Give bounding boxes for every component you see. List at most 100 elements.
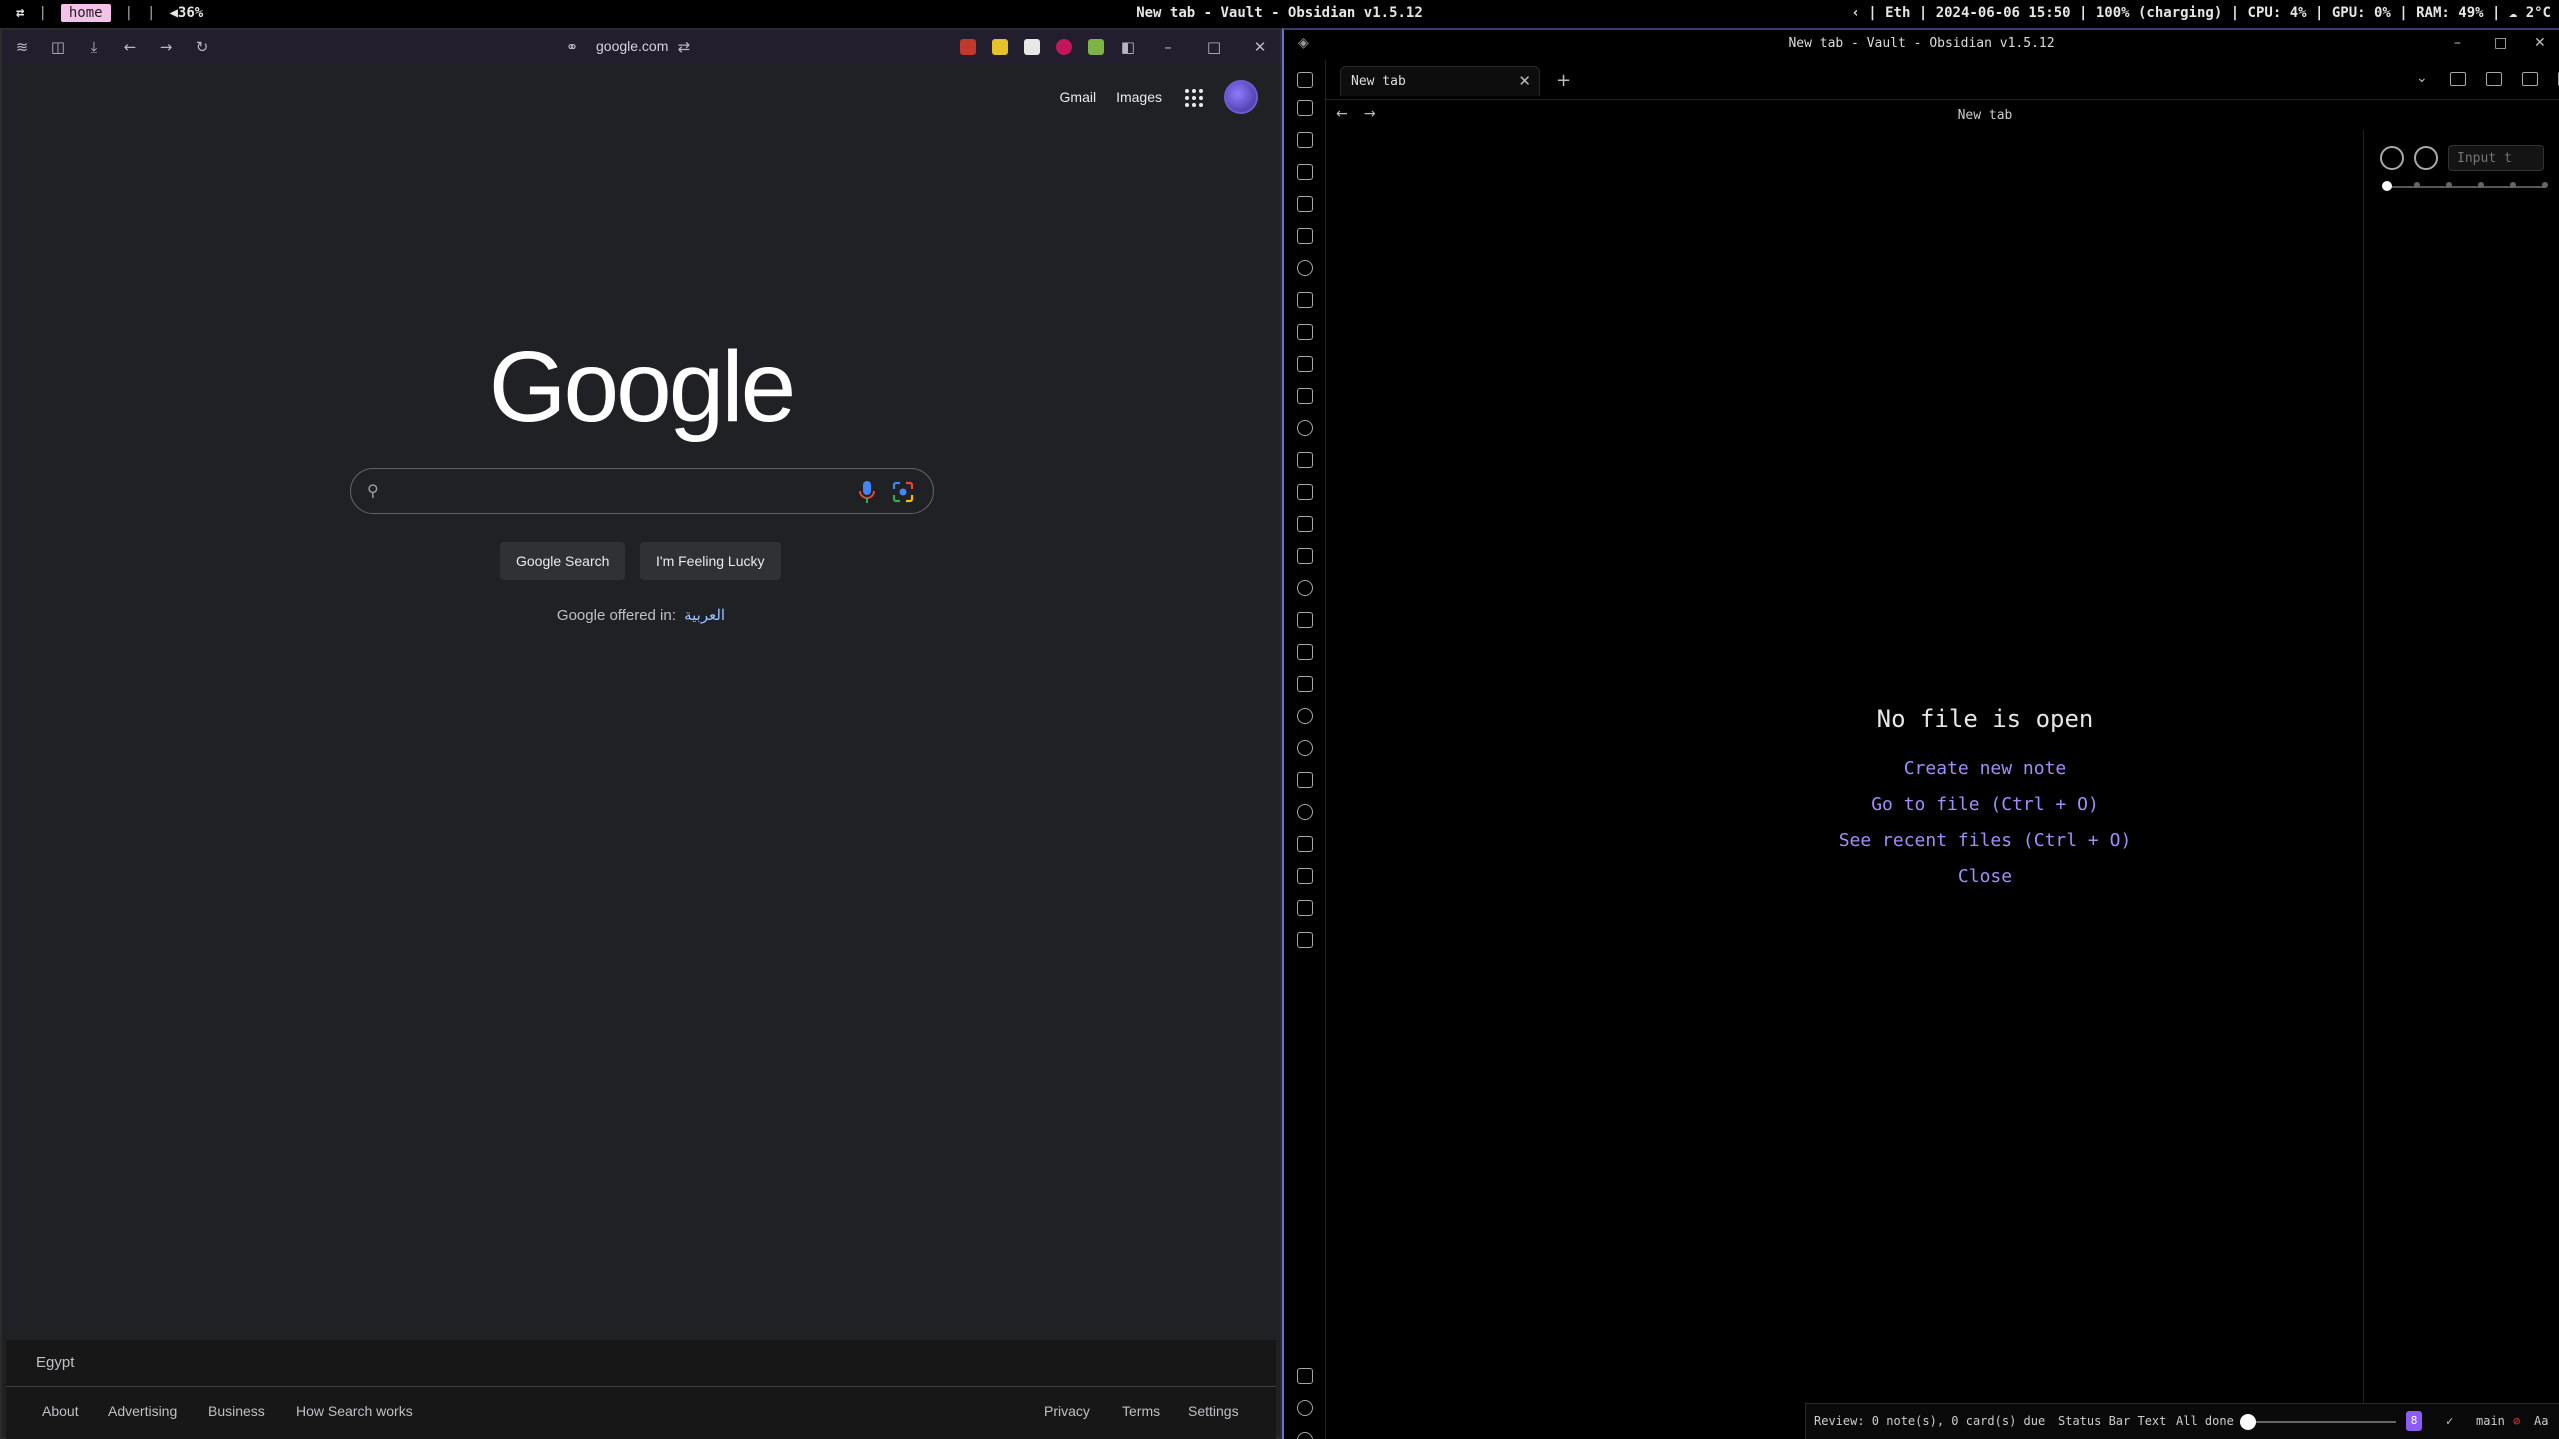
- daily-note-icon[interactable]: [1297, 644, 1313, 660]
- address-bar[interactable]: google.com: [596, 38, 668, 54]
- chevron-down-icon[interactable]: ⌄: [2416, 70, 2428, 86]
- font-size-icon[interactable]: Aa: [2534, 1414, 2548, 1428]
- back-icon[interactable]: ←: [120, 37, 140, 57]
- help-icon[interactable]: [1297, 1400, 1313, 1416]
- grid-icon[interactable]: [1297, 356, 1313, 372]
- search-box[interactable]: ⚲: [350, 468, 934, 514]
- close-icon[interactable]: ✕: [2534, 35, 2546, 51]
- extension-icon[interactable]: [992, 39, 1008, 55]
- sidebar-toggle-icon[interactable]: ◫: [48, 37, 68, 57]
- template-icon[interactable]: [1297, 484, 1313, 500]
- download-circle-icon[interactable]: [2380, 146, 2404, 170]
- reload-icon[interactable]: ↻: [192, 37, 212, 57]
- calendar-icon[interactable]: [2522, 72, 2538, 86]
- how-search-works-link[interactable]: How Search works: [296, 1403, 413, 1419]
- calendar-icon[interactable]: [1297, 292, 1313, 308]
- obsidian-titlebar: ◈ New tab - Vault - Obsidian v1.5.12 – □…: [1284, 30, 2559, 60]
- excalidraw-icon[interactable]: [1297, 196, 1313, 212]
- history-icon[interactable]: [2414, 146, 2438, 170]
- count-badge[interactable]: 8: [2406, 1411, 2422, 1431]
- gear-icon[interactable]: [1297, 1432, 1313, 1439]
- status-slider[interactable]: [2240, 1414, 2396, 1430]
- terms-link[interactable]: Terms: [1122, 1403, 1160, 1419]
- tab-new-tab[interactable]: New tab ✕: [1340, 66, 1540, 96]
- search-icon[interactable]: [1297, 740, 1313, 756]
- left-ribbon: [1284, 60, 1326, 1439]
- settings-link[interactable]: Settings: [1188, 1403, 1239, 1419]
- gmail-link[interactable]: Gmail: [1060, 89, 1097, 105]
- notion-icon[interactable]: [1297, 132, 1313, 148]
- forward-icon[interactable]: →: [156, 37, 176, 57]
- new-tab-icon[interactable]: +: [1556, 70, 1571, 91]
- code-icon[interactable]: [1297, 772, 1313, 788]
- microphone-icon[interactable]: [1297, 708, 1313, 724]
- workspace-switch-icon[interactable]: ⇄: [16, 5, 24, 21]
- archive-icon[interactable]: [2450, 72, 2466, 86]
- right-panel-input[interactable]: [2448, 145, 2544, 171]
- send-icon[interactable]: [1297, 420, 1313, 436]
- feeling-lucky-button[interactable]: I'm Feeling Lucky: [640, 542, 781, 580]
- sidebar-toggle-icon[interactable]: [1297, 72, 1313, 88]
- volume-indicator[interactable]: ◀36%: [169, 5, 203, 21]
- all-done-status: All done: [2176, 1414, 2234, 1428]
- extension-icon[interactable]: [1088, 39, 1104, 55]
- sort-icon[interactable]: [1297, 388, 1313, 404]
- sync-off-icon[interactable]: ⊘: [2513, 1414, 2520, 1428]
- presentation-icon[interactable]: [1297, 612, 1313, 628]
- vault-switch-icon[interactable]: [1297, 1368, 1313, 1384]
- delete-icon[interactable]: [1297, 900, 1313, 916]
- extension-icon[interactable]: [960, 39, 976, 55]
- home-icon[interactable]: [1297, 580, 1313, 596]
- language-link-arabic[interactable]: العربية: [684, 607, 725, 624]
- notion-extension-icon[interactable]: [1024, 39, 1040, 55]
- maximize-icon[interactable]: □: [2494, 35, 2507, 51]
- review-status[interactable]: Review: 0 note(s), 0 card(s) due: [1814, 1414, 2045, 1428]
- about-link[interactable]: About: [42, 1403, 79, 1419]
- draw-icon[interactable]: [1297, 452, 1313, 468]
- list-icon[interactable]: [2486, 72, 2502, 86]
- layers-icon[interactable]: [1297, 324, 1313, 340]
- workspaces-icon[interactable]: ≋: [12, 37, 32, 57]
- download-icon[interactable]: ⤓: [84, 37, 104, 57]
- extension-icon[interactable]: [1056, 39, 1072, 55]
- apps-grid-icon[interactable]: [1182, 86, 1204, 108]
- calendar-day-icon[interactable]: [1297, 932, 1313, 948]
- tab-close-icon[interactable]: ✕: [1518, 72, 1531, 90]
- site-settings-icon[interactable]: ⇄: [674, 37, 694, 57]
- search-input[interactable]: [395, 479, 835, 503]
- workspace-tag[interactable]: home: [60, 4, 111, 22]
- import-icon[interactable]: [1297, 548, 1313, 564]
- graph-icon[interactable]: [1297, 260, 1313, 276]
- right-panel-slider[interactable]: [2382, 181, 2548, 191]
- minimize-icon[interactable]: –: [2454, 35, 2461, 51]
- slider-knob[interactable]: [2382, 181, 2392, 191]
- avatar[interactable]: [1224, 80, 1258, 114]
- bot-icon[interactable]: [1297, 676, 1313, 692]
- card-icon[interactable]: [1297, 868, 1313, 884]
- advertising-link[interactable]: Advertising: [108, 1403, 177, 1419]
- close-icon[interactable]: ✕: [1250, 37, 1270, 57]
- obsidian-status-bar: Review: 0 note(s), 0 card(s) due Status …: [1805, 1403, 2559, 1439]
- separator: |: [38, 5, 47, 21]
- obsidian-window: ◈ New tab - Vault - Obsidian v1.5.12 – □…: [1282, 28, 2559, 1439]
- privacy-link[interactable]: Privacy: [1044, 1403, 1090, 1419]
- images-link[interactable]: Images: [1116, 89, 1162, 105]
- play-icon[interactable]: [1297, 804, 1313, 820]
- trash-icon[interactable]: [1297, 228, 1313, 244]
- spreadsheet-icon[interactable]: [1297, 164, 1313, 180]
- google-logo: Google: [488, 331, 796, 443]
- minimize-icon[interactable]: –: [1158, 37, 1178, 57]
- business-link[interactable]: Business: [208, 1403, 265, 1419]
- search-icon: ⚲: [367, 481, 379, 500]
- slider-knob[interactable]: [2240, 1414, 2256, 1430]
- book-icon[interactable]: [1297, 516, 1313, 532]
- table-icon[interactable]: [1297, 100, 1313, 116]
- google-search-button[interactable]: Google Search: [500, 542, 626, 580]
- split-view-icon[interactable]: ◧: [1118, 37, 1138, 57]
- tools-icon[interactable]: [1297, 836, 1313, 852]
- git-branch[interactable]: main: [2476, 1414, 2505, 1428]
- top-status-bar: ⇄ | home | | ◀36% New tab - Vault - Obsi…: [0, 0, 2559, 28]
- lens-search-icon[interactable]: [891, 480, 915, 504]
- maximize-icon[interactable]: □: [1204, 37, 1224, 57]
- voice-search-icon[interactable]: [855, 479, 879, 505]
